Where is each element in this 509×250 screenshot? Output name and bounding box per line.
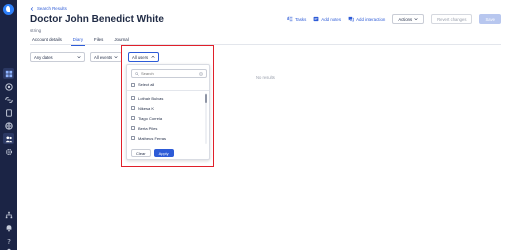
actions-button[interactable]: Actions: [392, 14, 425, 24]
tasks-label: Tasks: [295, 16, 307, 22]
select-all-label: Select all: [138, 82, 155, 87]
tasks-link[interactable]: Tasks: [287, 16, 306, 22]
apply-button[interactable]: Apply: [153, 149, 174, 157]
record-toolbar: Tasks Add notes Add interaction Actions …: [287, 14, 501, 24]
no-results-message: No results: [256, 75, 275, 80]
page-title: Doctor John Benedict White: [30, 14, 164, 25]
save-button[interactable]: Save: [479, 14, 501, 24]
actions-label: Actions: [398, 16, 413, 22]
chevron-down-icon: [114, 56, 118, 59]
revert-changes-button[interactable]: Revert changes: [431, 14, 473, 24]
chat-icon: [348, 16, 354, 22]
popover-actions: Clear Apply: [131, 149, 174, 157]
event-filter-value: All events: [94, 54, 113, 60]
target-icon[interactable]: [3, 81, 14, 92]
add-interaction-link[interactable]: Add interaction: [348, 16, 385, 22]
settings-icon[interactable]: [3, 146, 14, 157]
user-name: Tiago Correia: [138, 115, 163, 121]
user-list-item[interactable]: Matheus Ferras: [131, 133, 205, 143]
search-icon: [135, 71, 139, 76]
clear-search-icon[interactable]: [199, 71, 203, 76]
popover-divider: [127, 90, 209, 91]
date-filter-dropdown[interactable]: Any dates: [30, 52, 85, 62]
user-list-item[interactable]: Berta Piles: [131, 123, 205, 133]
user-checkbox[interactable]: [131, 106, 135, 110]
event-filter-dropdown[interactable]: All events: [90, 52, 122, 62]
user-search-input[interactable]: [141, 71, 197, 76]
people-icon[interactable]: [3, 133, 14, 144]
select-all-checkbox[interactable]: [131, 82, 135, 87]
org-icon[interactable]: [3, 209, 14, 220]
user-checkbox[interactable]: [131, 126, 135, 130]
user-list-scroll-thumb[interactable]: [205, 94, 207, 103]
clear-button[interactable]: Clear: [131, 149, 151, 157]
user-checkbox[interactable]: [131, 136, 135, 140]
user-name: Nikesa K: [138, 105, 155, 111]
link-icon[interactable]: [3, 94, 14, 105]
add-interaction-label: Add interaction: [356, 16, 386, 22]
svg-text:?: ?: [7, 237, 11, 245]
date-filter-value: Any dates: [34, 54, 53, 60]
user-list: Lothair Bulvas Nikesa K Tiago Correia Be…: [131, 93, 205, 144]
user-checkbox[interactable]: [131, 96, 135, 100]
user-checkbox[interactable]: [131, 116, 135, 120]
user-name: Berta Piles: [138, 125, 158, 131]
user-list-item[interactable]: Tiago Correia: [131, 113, 205, 123]
logo-icon[interactable]: [3, 4, 14, 15]
back-to-search-link[interactable]: Search Results: [30, 6, 67, 11]
globe-icon[interactable]: [3, 120, 14, 131]
user-name: Matheus Ferras: [138, 135, 167, 141]
user-filter-popover: Select all Lothair Bulvas Nikesa K Tiago…: [126, 64, 210, 160]
user-search-box: [131, 69, 207, 78]
bell-icon[interactable]: [3, 222, 14, 233]
chevron-down-icon: [414, 18, 418, 21]
back-link-label: Search Results: [37, 6, 67, 11]
user-icon[interactable]: [3, 246, 14, 250]
chevron-down-icon: [77, 56, 81, 59]
document-icon[interactable]: [3, 107, 14, 118]
user-name: Lothair Bulvas: [138, 95, 164, 101]
notes-icon: [313, 16, 319, 22]
chevron-left-icon: [30, 6, 34, 11]
select-all-option[interactable]: Select all: [131, 82, 154, 87]
help-icon[interactable]: ?: [3, 235, 14, 246]
tasks-icon: [287, 16, 293, 22]
user-list-item[interactable]: Lothair Bulvas: [131, 93, 205, 103]
tab-divider: [30, 44, 501, 45]
dashboard-icon[interactable]: [3, 68, 14, 79]
add-notes-label: Add notes: [321, 16, 342, 22]
add-notes-link[interactable]: Add notes: [313, 16, 341, 22]
side-nav: ?: [0, 0, 17, 250]
user-list-item[interactable]: Nikesa K: [131, 103, 205, 113]
page-subtitle: string: [30, 28, 42, 33]
